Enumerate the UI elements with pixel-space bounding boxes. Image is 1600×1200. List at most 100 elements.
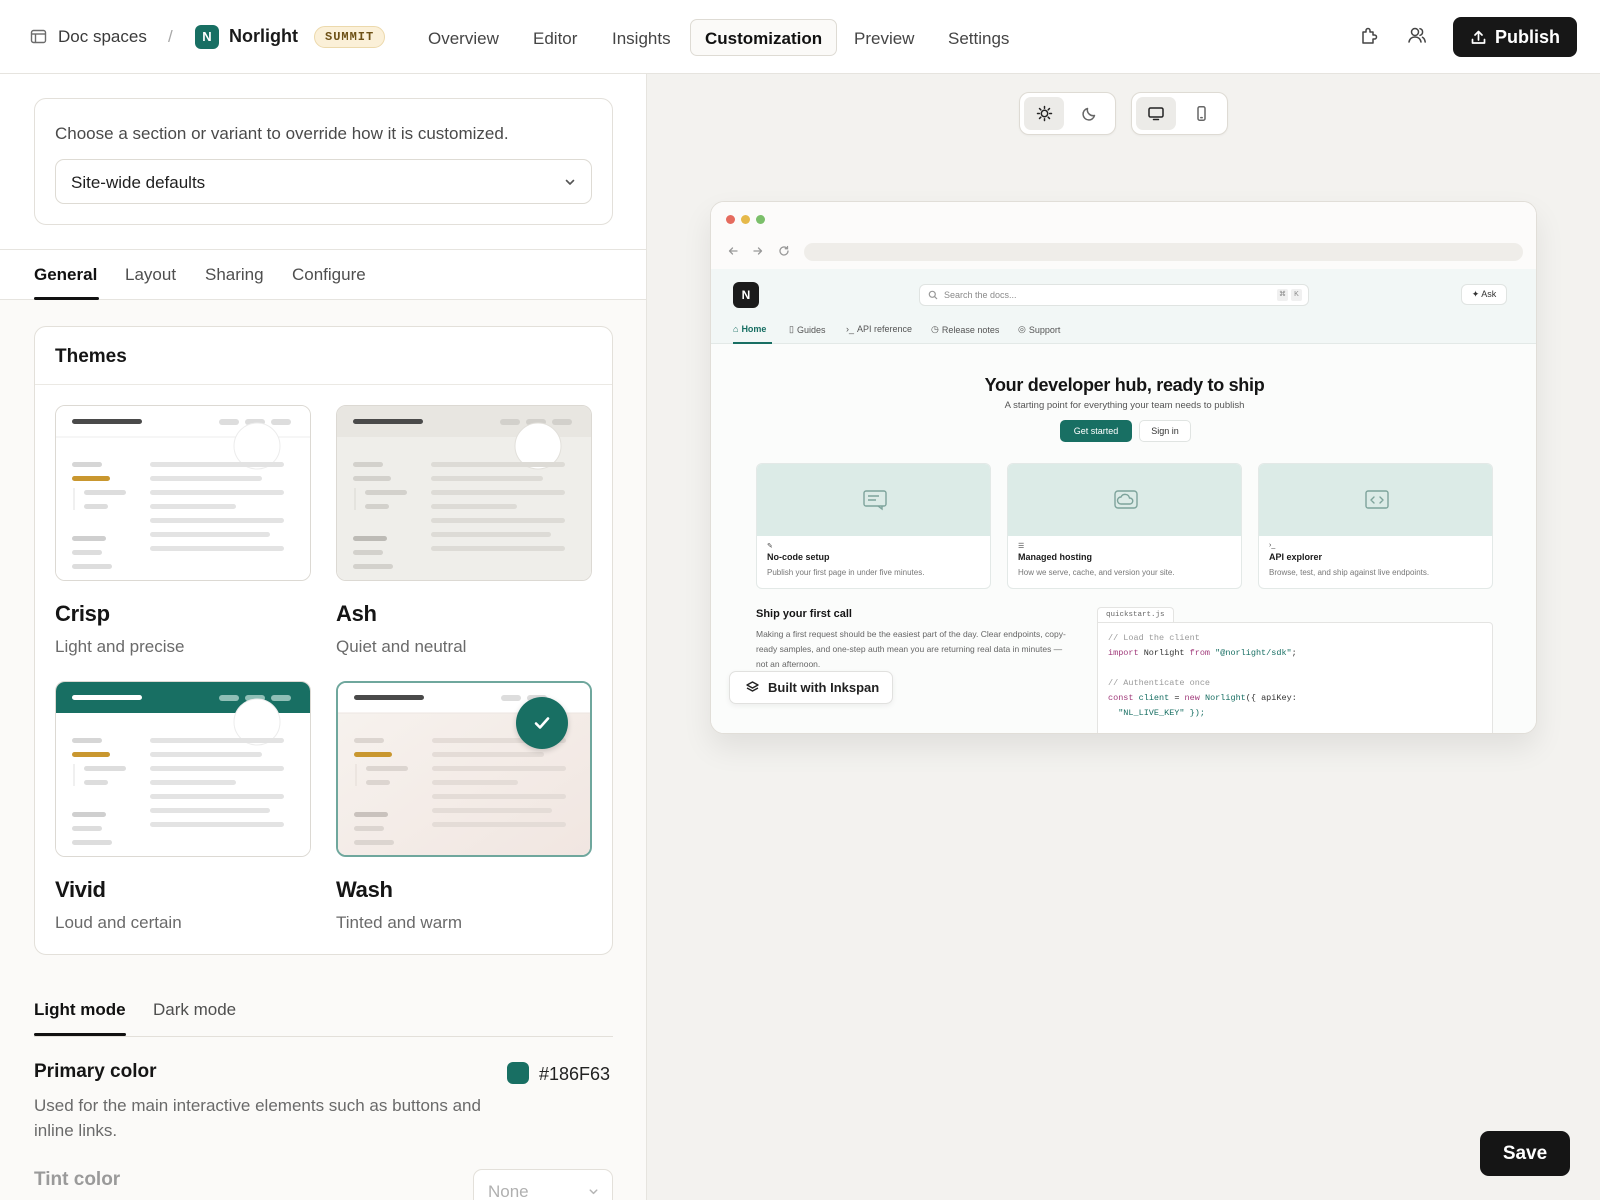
theme-wash[interactable]: Wash Tinted and warm <box>336 681 592 933</box>
tab-editor[interactable]: Editor <box>518 19 592 56</box>
primary-color-swatch[interactable] <box>507 1062 529 1084</box>
active-mode-indicator <box>34 1033 126 1036</box>
theme-description: Quiet and neutral <box>336 637 467 656</box>
ask-label: Ask <box>1481 289 1497 299</box>
save-button[interactable]: Save <box>1480 1131 1570 1176</box>
active-subtab-indicator <box>34 297 99 300</box>
built-with-label: Built with Inkspan <box>768 680 880 695</box>
subtab-sharing[interactable]: Sharing <box>205 265 264 285</box>
doc-spaces-icon[interactable] <box>30 28 47 45</box>
theme-name: Crisp <box>55 601 110 626</box>
site-nav-guides: ▯ Guides <box>789 324 826 335</box>
tab-preview[interactable]: Preview <box>839 19 929 56</box>
theme-name: Wash <box>336 877 393 902</box>
primary-color-value[interactable]: #186F63 <box>539 1064 610 1085</box>
section-variant-value: Site-wide defaults <box>71 173 206 192</box>
ship-description: Making a first request should be the eas… <box>756 629 1066 669</box>
theme-vivid[interactable]: Vivid Loud and certain <box>55 681 311 933</box>
settings-subtabs: General Layout Sharing Configure <box>0 250 646 300</box>
theme-thumbnail[interactable] <box>336 681 592 857</box>
subtab-configure[interactable]: Configure <box>292 265 366 285</box>
subtab-layout[interactable]: Layout <box>125 265 176 285</box>
theme-thumbnail[interactable] <box>336 405 592 581</box>
project-logo: N <box>195 25 219 49</box>
pencil-icon: ✎ <box>767 543 773 550</box>
code-line: // Authenticate once <box>1108 678 1211 688</box>
override-card: Choose a section or variant to override … <box>34 98 613 225</box>
tab-light-mode[interactable]: Light mode <box>34 1000 126 1020</box>
themes-card: Themes Crisp Light and precise Ash Quiet… <box>34 326 613 955</box>
project-name[interactable]: Norlight <box>229 26 298 47</box>
tab-customization[interactable]: Customization <box>690 19 838 56</box>
tint-color-title: Tint color <box>34 1169 121 1190</box>
users-icon[interactable] <box>1406 24 1432 50</box>
color-mode-tabs: Light mode Dark mode <box>34 995 613 1037</box>
feature-card-title: API explorer <box>1269 552 1323 562</box>
layers-icon <box>745 680 760 695</box>
desktop-icon[interactable] <box>1136 97 1176 130</box>
kbd-key: ⌘ <box>1277 289 1288 301</box>
live-preview: N Search the docs... ⌘ K ✦ Ask ⌂ Home ▯ … <box>647 74 1600 1200</box>
feature-card-description: How we serve, cache, and version your si… <box>1018 568 1175 577</box>
selected-check-icon <box>516 697 568 749</box>
window-close-dot <box>726 215 735 224</box>
hero-subtitle: A starting point for everything your tea… <box>1004 400 1245 411</box>
back-arrow-icon <box>727 245 739 257</box>
code-line: import Norlight from "@norlight/sdk"; <box>1108 648 1297 658</box>
code-file-tab: quickstart.js <box>1097 607 1174 622</box>
sun-icon[interactable] <box>1024 97 1064 130</box>
tab-overview[interactable]: Overview <box>413 19 514 56</box>
themes-title: Themes <box>35 327 612 385</box>
breadcrumb-doc-spaces[interactable]: Doc spaces <box>58 27 147 47</box>
site-nav-support: ◎ Support <box>1018 324 1061 335</box>
upload-icon <box>1470 29 1487 46</box>
override-section: Choose a section or variant to override … <box>0 74 646 250</box>
mobile-icon[interactable] <box>1181 97 1221 130</box>
extension-icon[interactable] <box>1358 24 1384 50</box>
forward-arrow-icon <box>752 245 764 257</box>
subtab-general[interactable]: General <box>34 265 97 285</box>
tint-color-select[interactable]: None <box>473 1169 613 1200</box>
site-nav-label: API reference <box>857 324 913 334</box>
feature-card: ✎ No-code setup Publish your first page … <box>756 463 991 589</box>
chevron-down-icon <box>587 1185 600 1198</box>
site-nav-release-notes: ◷ Release notes <box>931 324 1000 335</box>
chat-window-icon <box>757 464 990 536</box>
hero-sign-in-button: Sign in <box>1139 420 1191 442</box>
feature-card: ›_ API explorer Browse, test, and ship a… <box>1258 463 1493 589</box>
tint-color-value: None <box>488 1182 529 1200</box>
code-window-icon <box>1259 464 1492 536</box>
search-icon <box>928 290 938 300</box>
theme-mode-toggle <box>1019 92 1116 135</box>
browser-mockup: N Search the docs... ⌘ K ✦ Ask ⌂ Home ▯ … <box>710 201 1537 734</box>
section-variant-select[interactable]: Site-wide defaults <box>55 159 592 204</box>
window-minimize-dot <box>741 215 750 224</box>
publish-button[interactable]: Publish <box>1453 17 1577 57</box>
site-nav-label: Support <box>1028 324 1061 335</box>
hero-title: Your developer hub, ready to ship <box>984 375 1265 395</box>
tab-insights[interactable]: Insights <box>597 19 686 56</box>
site-ask-button: ✦ Ask <box>1461 284 1507 305</box>
feature-card-title: No-code setup <box>767 552 830 562</box>
override-prompt: Choose a section or variant to override … <box>55 124 509 143</box>
code-line: "NL_LIVE_KEY" }); <box>1108 708 1205 718</box>
primary-color-title: Primary color <box>34 1061 157 1082</box>
site-nav-home: ⌂ Home <box>733 324 767 334</box>
built-with-badge: Built with Inkspan <box>729 671 893 704</box>
tab-settings[interactable]: Settings <box>933 19 1024 56</box>
theme-crisp[interactable]: Crisp Light and precise <box>55 405 311 657</box>
primary-color-description: Used for the main interactive elements s… <box>34 1096 481 1140</box>
server-icon: ☰ <box>1018 543 1025 550</box>
docs-site-preview: N Search the docs... ⌘ K ✦ Ask ⌂ Home ▯ … <box>711 269 1536 733</box>
site-search: Search the docs... ⌘ K <box>919 284 1309 306</box>
tab-dark-mode[interactable]: Dark mode <box>153 1000 236 1020</box>
theme-thumbnail[interactable] <box>55 681 311 857</box>
theme-ash[interactable]: Ash Quiet and neutral <box>336 405 592 657</box>
site-header: N Search the docs... ⌘ K ✦ Ask ⌂ Home ▯ … <box>711 269 1536 344</box>
search-placeholder: Search the docs... <box>944 290 1017 300</box>
code-line: // Load the client <box>1108 633 1200 643</box>
browser-chrome <box>711 202 1536 269</box>
theme-thumbnail[interactable] <box>55 405 311 581</box>
moon-icon[interactable] <box>1069 97 1109 130</box>
hero-get-started-button: Get started <box>1060 420 1132 442</box>
